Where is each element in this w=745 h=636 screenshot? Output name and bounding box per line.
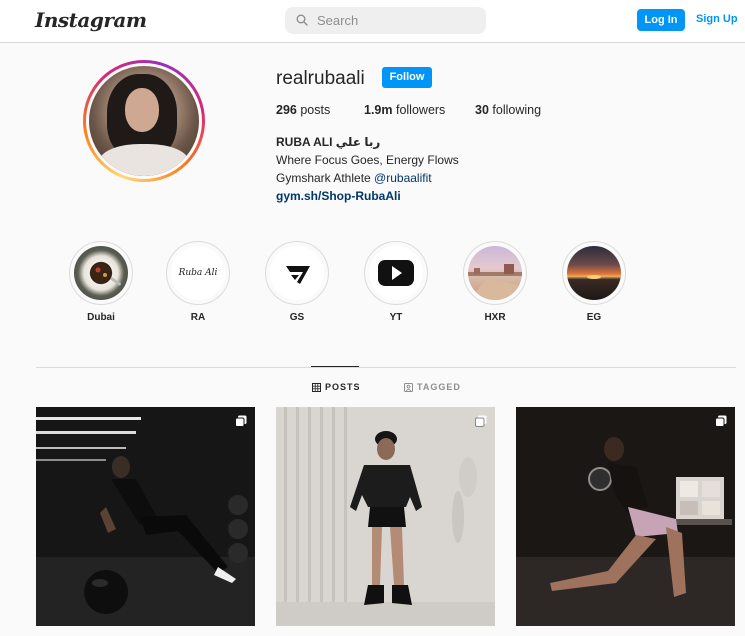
- post-thumbnail[interactable]: [36, 407, 255, 626]
- bio-website-link[interactable]: gym.sh/Shop-RubaAli: [276, 187, 459, 205]
- posts-count: 296: [276, 103, 297, 117]
- top-navigation-bar: Instagram Log In Sign Up: [0, 0, 745, 43]
- tagged-user-icon: [404, 382, 413, 392]
- tabs-divider: [36, 367, 736, 368]
- following-stat[interactable]: 30 following: [475, 103, 541, 117]
- sunset-photo-icon: [567, 246, 621, 300]
- search-icon: [296, 14, 308, 26]
- signup-link[interactable]: Sign Up: [696, 13, 738, 25]
- following-label: following: [492, 103, 542, 117]
- multiple-posts-icon: [715, 415, 727, 427]
- highlight-gs[interactable]: GS: [265, 241, 329, 323]
- highlight-eg[interactable]: EG: [562, 241, 626, 323]
- posts-label: posts: [300, 103, 331, 117]
- followers-count: 1.9m: [364, 103, 393, 117]
- profile-username: realrubaali: [276, 68, 365, 89]
- highlight-hxr[interactable]: HXR: [463, 241, 527, 323]
- login-button[interactable]: Log In: [637, 9, 685, 31]
- standing-pose-photo: [276, 407, 495, 626]
- signature-logo-text: Ruba Ali: [178, 268, 218, 278]
- bio-mention-link[interactable]: @rubaalifit: [374, 171, 432, 185]
- highlight-dubai[interactable]: Dubai: [69, 241, 133, 323]
- highlight-ring: [265, 241, 329, 305]
- gymshark-logo-icon: [270, 246, 324, 300]
- highlight-label: EG: [586, 312, 602, 323]
- coffee-cup-photo-icon: [74, 246, 128, 300]
- tab-tagged[interactable]: TAGGED: [404, 382, 461, 392]
- tab-tagged-label: TAGGED: [417, 382, 461, 392]
- highlight-label: Dubai: [87, 312, 115, 323]
- beach-photo-icon: [468, 246, 522, 300]
- profile-bio: RUBA ALI ربا علي Where Focus Goes, Energ…: [276, 133, 459, 205]
- highlight-yt[interactable]: YT: [364, 241, 428, 323]
- avatar-border: [86, 63, 202, 179]
- tab-posts[interactable]: POSTS: [312, 382, 361, 392]
- multiple-posts-icon: [475, 415, 487, 427]
- bio-line-1: Where Focus Goes, Energy Flows: [276, 153, 459, 167]
- search-input[interactable]: [317, 7, 477, 34]
- follow-button[interactable]: Follow: [382, 67, 432, 88]
- profile-avatar: [89, 66, 199, 176]
- highlight-ring: [562, 241, 626, 305]
- following-count: 30: [475, 103, 489, 117]
- bio-line-2: Gymshark Athlete @rubaalifit: [276, 169, 459, 187]
- bio-line-2-text: Gymshark Athlete: [276, 171, 375, 185]
- highlight-ring: [463, 241, 527, 305]
- signature-logo-icon: Ruba Ali: [171, 246, 225, 300]
- youtube-logo-icon: [369, 246, 423, 300]
- post-thumbnail[interactable]: [276, 407, 495, 626]
- bio-full-name: RUBA ALI ربا علي: [276, 135, 381, 149]
- highlight-label: HXR: [484, 312, 506, 323]
- highlight-ra[interactable]: Ruba Ali RA: [166, 241, 230, 323]
- gym-medicine-ball-photo: [36, 407, 255, 626]
- highlight-label: YT: [389, 312, 403, 323]
- post-thumbnail[interactable]: [516, 407, 735, 626]
- followers-stat[interactable]: 1.9m followers: [364, 103, 445, 117]
- posts-stat: 296 posts: [276, 103, 330, 117]
- highlight-label: GS: [289, 312, 305, 323]
- highlight-ring: Ruba Ali: [166, 241, 230, 305]
- tab-posts-label: POSTS: [325, 382, 361, 392]
- multiple-posts-icon: [235, 415, 247, 427]
- followers-label: followers: [395, 103, 446, 117]
- grid-icon: [312, 382, 321, 392]
- search-box[interactable]: [285, 7, 486, 34]
- kettlebell-lunge-photo: [516, 407, 735, 626]
- profile-avatar-ring[interactable]: [83, 60, 205, 182]
- highlight-ring: [364, 241, 428, 305]
- instagram-logo[interactable]: Instagram: [35, 8, 147, 32]
- highlight-label: RA: [190, 312, 206, 323]
- active-tab-indicator: [311, 366, 359, 367]
- highlight-ring: [69, 241, 133, 305]
